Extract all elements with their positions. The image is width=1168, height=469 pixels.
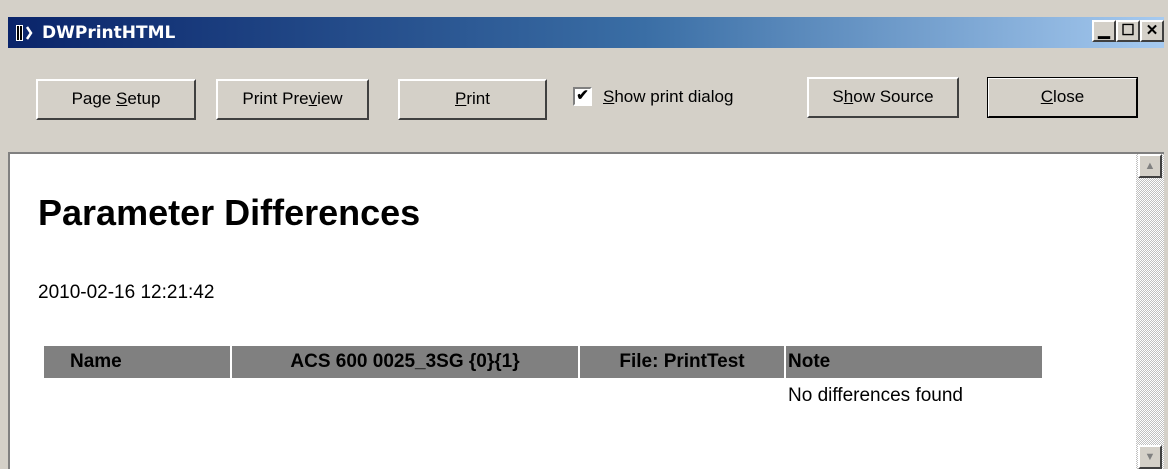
toolbar: Page Setup Print Preview Print ✔ Show pr… [8,48,1164,152]
print-mnemonic: P [455,89,467,108]
title-bar[interactable]: DWPrintHTML ▁ ☐ ✕ [8,17,1164,48]
show-print-dialog-label: Show print dialog [603,87,733,107]
close-window-button[interactable]: ✕ [1140,20,1164,42]
close-mnemonic: C [1040,87,1054,106]
app-icon [16,25,33,41]
show-print-dialog-mnemonic: S [603,87,615,106]
print-label: rint [466,89,490,108]
print-preview-label-a: Print Pre [242,89,309,108]
minimize-icon: ▁ [1098,22,1110,39]
vertical-scrollbar[interactable]: ▲ ▼ [1136,154,1164,469]
page-setup-mnemonic: S [116,89,128,108]
maximize-icon: ☐ [1121,22,1135,39]
page-setup-label-b: etup [127,89,161,108]
maximize-button[interactable]: ☐ [1116,20,1140,42]
window-title: DWPrintHTML [42,23,176,43]
show-source-label-b: ow Source [853,87,934,106]
page-setup-label-a: Page [71,89,116,108]
print-preview-mnemonic: v [308,89,318,108]
close-button[interactable]: Close [987,77,1138,118]
show-source-button[interactable]: Show Source [807,77,959,118]
scroll-down-button[interactable]: ▼ [1138,445,1162,469]
print-preview-button[interactable]: Print Preview [216,79,369,120]
column-header-file: File: PrintTest [580,346,784,378]
show-print-dialog-text: how print dialog [614,87,734,106]
column-header-device: ACS 600 0025_3SG {0}{1} [232,346,578,378]
scroll-up-button[interactable]: ▲ [1138,154,1162,178]
checkbox-checked-icon[interactable]: ✔ [573,87,592,106]
column-header-note: Note [786,346,1042,378]
timestamp: 2010-02-16 12:21:42 [38,282,215,303]
html-preview-pane[interactable]: Parameter Differences 2010-02-16 12:21:4… [8,152,1164,469]
show-source-mnemonic: h [843,87,854,106]
show-source-label-a: S [832,87,844,106]
arrow-up-icon: ▲ [1144,160,1156,172]
application-window: DWPrintHTML ▁ ☐ ✕ Page Setup Print Previ… [0,0,1168,469]
minimize-button[interactable]: ▁ [1092,20,1116,42]
print-button[interactable]: Print [398,79,547,120]
page-title: Parameter Differences [38,192,421,233]
print-preview-label-b: iew [317,89,343,108]
arrow-down-icon: ▼ [1144,451,1156,463]
page-setup-button[interactable]: Page Setup [36,79,196,120]
close-icon: ✕ [1145,22,1159,39]
table-cell-note: No differences found [788,385,963,406]
column-header-name: Name [44,346,230,378]
close-label: lose [1053,87,1085,106]
